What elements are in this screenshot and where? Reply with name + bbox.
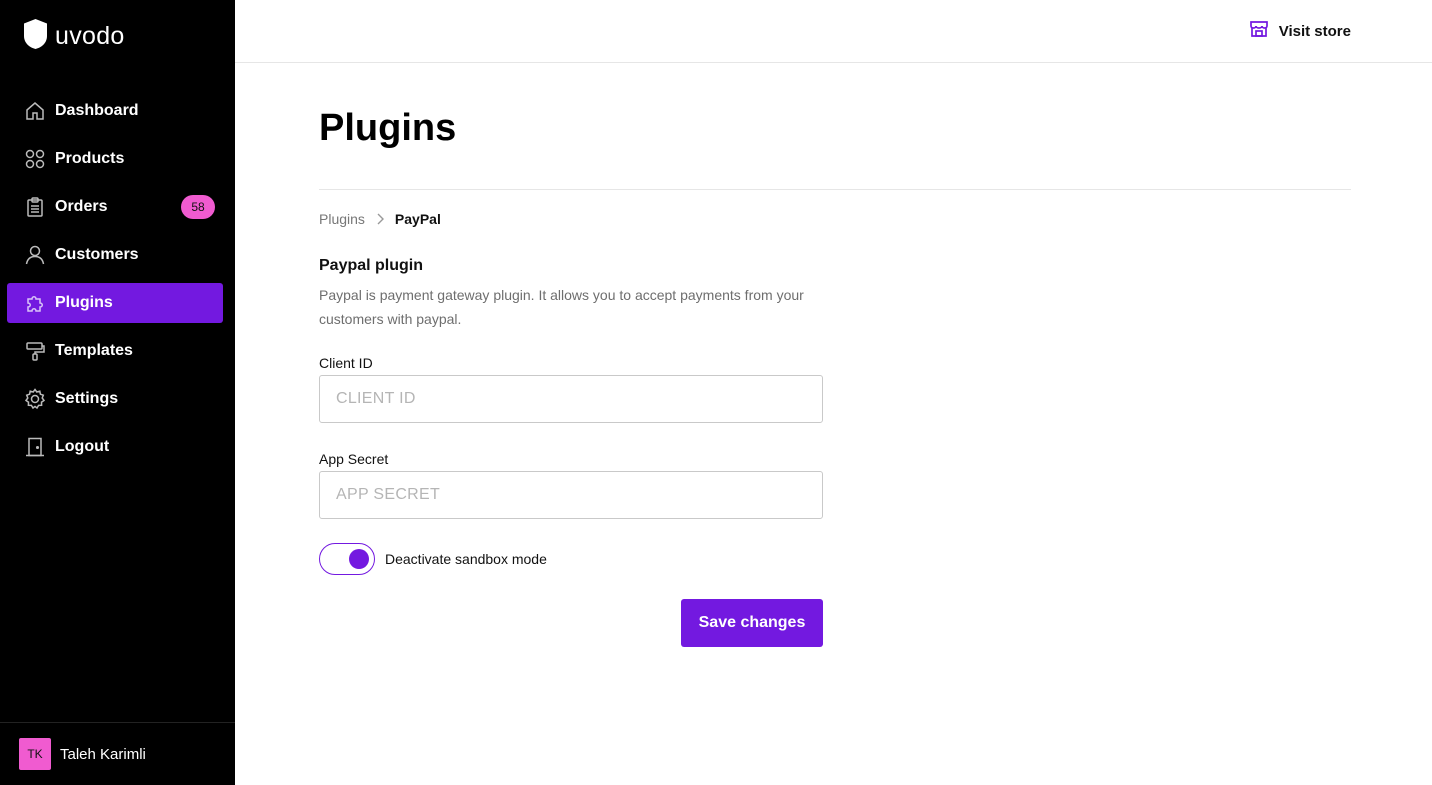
brand-name: uvodo — [55, 22, 125, 50]
user-icon — [24, 244, 46, 266]
sidebar-nav: Dashboard Products Orders 58 Customers P… — [7, 91, 223, 475]
paypal-plugin-form: Paypal plugin Paypal is payment gateway … — [319, 257, 823, 647]
gear-icon — [24, 388, 46, 410]
save-changes-button[interactable]: Save changes — [681, 599, 823, 647]
form-actions: Save changes — [319, 599, 823, 647]
visit-store-link[interactable]: Visit store — [1249, 19, 1351, 44]
door-icon — [24, 436, 46, 458]
sidebar-item-label: Logout — [55, 438, 110, 455]
sidebar-item-label: Templates — [55, 342, 133, 359]
main-content: Plugins Plugins PayPal Paypal plugin Pay… — [319, 63, 1351, 647]
clipboard-icon — [24, 196, 46, 218]
visit-store-label: Visit store — [1278, 23, 1351, 40]
chevron-right-icon — [375, 213, 385, 225]
sidebar-item-settings[interactable]: Settings — [7, 379, 223, 419]
breadcrumb: Plugins PayPal — [319, 210, 1351, 228]
sidebar-item-dashboard[interactable]: Dashboard — [7, 91, 223, 131]
client-id-input[interactable] — [319, 375, 823, 423]
sidebar-item-label: Orders — [55, 198, 108, 215]
client-id-label: Client ID — [319, 355, 373, 371]
app-secret-label: App Secret — [319, 451, 389, 467]
plugin-title: Paypal plugin — [319, 257, 424, 274]
sidebar-item-customers[interactable]: Customers — [7, 235, 223, 275]
sidebar-item-orders[interactable]: Orders 58 — [7, 187, 223, 227]
app-secret-input[interactable] — [319, 471, 823, 519]
breadcrumb-plugins-link[interactable]: Plugins — [319, 211, 365, 227]
topbar: Visit store — [235, 0, 1432, 63]
user-profile[interactable]: TK Taleh Karimli — [0, 722, 235, 785]
toggle-knob — [349, 549, 369, 569]
sidebar-item-label: Products — [55, 150, 125, 167]
user-name: Taleh Karimli — [60, 745, 146, 763]
sidebar-item-products[interactable]: Products — [7, 139, 223, 179]
sandbox-mode-toggle[interactable] — [319, 543, 375, 575]
paint-roller-icon — [24, 340, 46, 362]
grid-icon — [24, 148, 46, 170]
sidebar-item-logout[interactable]: Logout — [7, 427, 223, 467]
breadcrumb-current: PayPal — [394, 211, 441, 227]
store-icon — [1249, 19, 1269, 44]
divider — [319, 189, 1351, 190]
sidebar-item-label: Plugins — [55, 294, 113, 311]
sidebar-item-templates[interactable]: Templates — [7, 331, 223, 371]
plugin-description: Paypal is payment gateway plugin. It all… — [319, 287, 804, 327]
sidebar-item-label: Settings — [55, 390, 119, 407]
avatar: TK — [19, 738, 51, 770]
sandbox-toggle-row: Deactivate sandbox mode — [319, 543, 823, 575]
brand-logo[interactable]: uvodo — [24, 19, 125, 54]
home-icon — [24, 100, 46, 122]
shield-logo-icon — [24, 19, 47, 54]
sidebar: uvodo Dashboard Products Orders 58 Custo… — [0, 0, 235, 785]
puzzle-icon — [24, 292, 46, 314]
page-title: Plugins — [319, 107, 457, 149]
sidebar-item-label: Dashboard — [55, 102, 139, 119]
sidebar-item-plugins[interactable]: Plugins — [7, 283, 223, 323]
orders-count-badge: 58 — [181, 195, 215, 219]
sandbox-toggle-label: Deactivate sandbox mode — [385, 551, 547, 567]
sidebar-item-label: Customers — [55, 246, 139, 263]
